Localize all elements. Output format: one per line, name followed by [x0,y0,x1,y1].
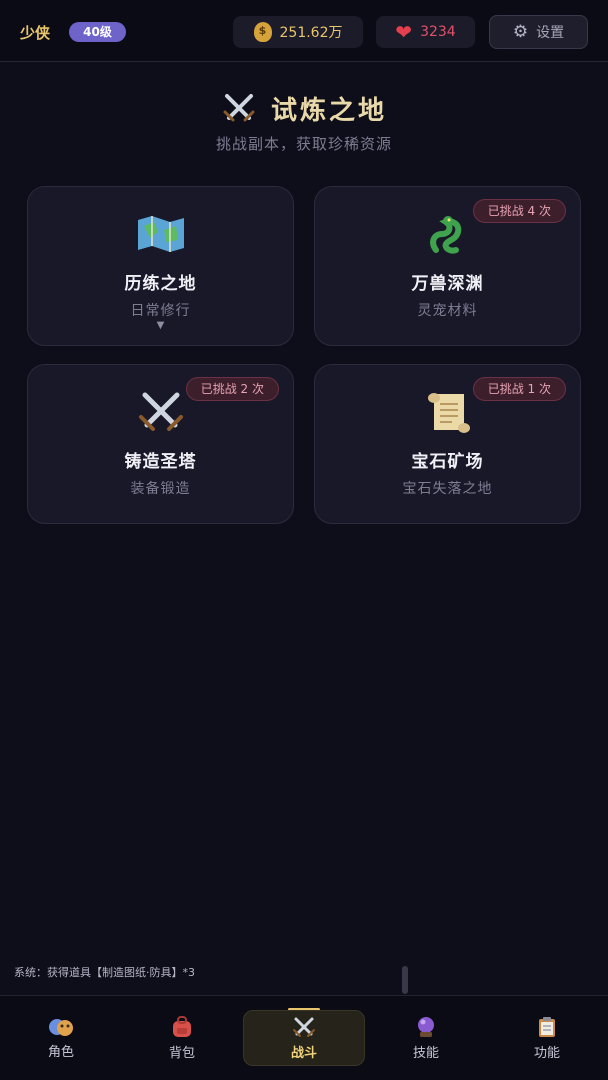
map-icon [137,216,184,252]
top-bar: 少侠 40级 251.62万 ❤ 3234 ⚙ 设置 [0,0,608,62]
gear-icon: ⚙ [512,22,529,42]
page-title: 试炼之地 [0,88,608,128]
card-subtitle: 装备锻造 [130,481,191,497]
scroll-icon [427,393,470,433]
bottom-nav: 角色 背包 战斗 技能 功能 [0,995,608,1080]
level-badge: 40级 [69,22,126,42]
dungeon-card-gem-mine[interactable]: 已挑战 1 次 宝石矿场 宝石失落之地 [314,364,581,524]
nav-tab-battle[interactable]: 战斗 [243,1010,365,1066]
nav-label: 功能 [533,1045,560,1061]
dungeon-card-forge-tower[interactable]: 已挑战 2 次 铸造圣塔 装备锻造 [27,364,294,524]
mask-icon [49,1018,73,1036]
gold-counter: 251.62万 [233,16,363,48]
nav-label: 背包 [168,1045,195,1061]
crossed-swords-icon [293,1017,315,1037]
title-text: 试炼之地 [270,95,387,126]
system-log-message: 系统：获得道具【制造图纸·防具】*3 [14,966,195,979]
settings-button[interactable]: ⚙ 设置 [489,15,588,49]
nav-label: 技能 [412,1045,439,1061]
log-scrollbar[interactable] [402,966,408,994]
player-name: 少侠 [20,24,51,42]
hp-value: 3234 [420,24,456,40]
card-subtitle: 宝石失落之地 [402,481,493,497]
gold-value: 251.62万 [279,25,343,41]
heart-icon: ❤ [395,20,413,44]
nav-tab-functions[interactable]: 功能 [486,1010,608,1066]
nav-tab-character[interactable]: 角色 [0,1010,122,1066]
card-title: 万兽深渊 [411,274,484,294]
card-subtitle: 日常修行 [130,303,191,319]
settings-label: 设置 [536,25,565,41]
nav-label: 战斗 [290,1045,317,1061]
page-subtitle: 挑战副本，获取珍稀资源 [215,135,392,153]
hp-counter: ❤ 3234 [376,16,475,48]
dungeon-card-beast-abyss[interactable]: 已挑战 4 次 万兽深渊 灵宠材料 [314,186,581,346]
dragon-icon [429,216,461,254]
crossed-swords-icon [138,392,183,431]
nav-tab-skills[interactable]: 技能 [365,1010,487,1066]
crossed-swords-icon [223,94,255,122]
money-bag-icon [253,22,272,42]
clipboard-icon [539,1016,555,1037]
card-title: 铸造圣塔 [124,452,197,472]
card-title: 宝石矿场 [411,452,484,472]
nav-tab-backpack[interactable]: 背包 [121,1010,243,1066]
dungeon-card-training[interactable]: 历练之地 日常修行 ▼ [27,186,294,346]
nav-label: 角色 [47,1044,74,1060]
chevron-down-icon: ▼ [156,320,165,331]
card-subtitle: 灵宠材料 [417,303,478,319]
crystal-ball-icon [418,1016,434,1037]
backpack-icon [173,1015,191,1037]
card-title: 历练之地 [124,274,197,294]
